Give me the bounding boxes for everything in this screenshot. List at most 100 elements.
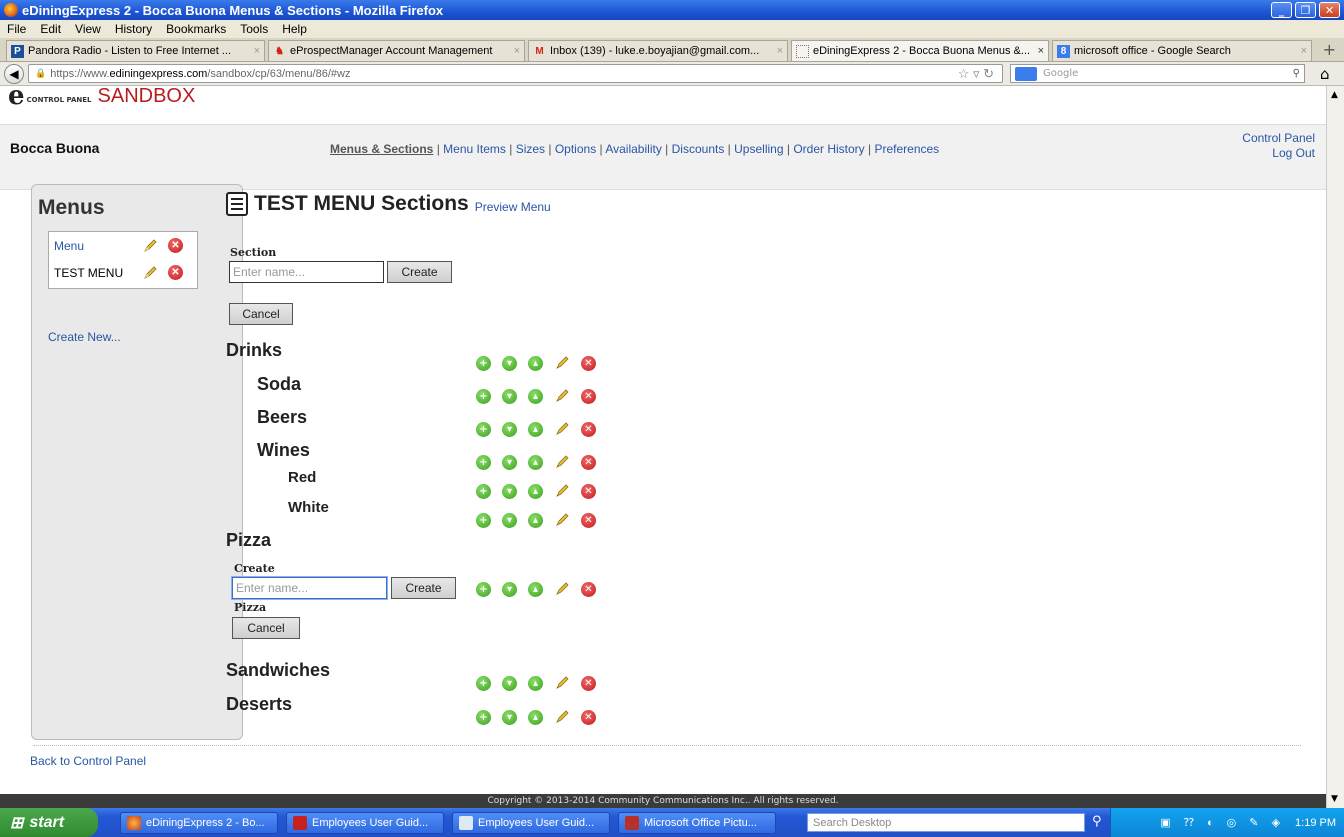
tab-pandora[interactable]: P Pandora Radio - Listen to Free Interne… [6, 40, 265, 61]
move-up-icon[interactable]: ▴ [528, 675, 543, 691]
edit-pencil-icon[interactable] [554, 709, 570, 725]
add-icon[interactable]: + [476, 483, 491, 499]
vertical-scrollbar[interactable]: ▲ ▼ [1326, 86, 1344, 808]
close-tab-icon[interactable]: × [1297, 45, 1307, 57]
taskbar-button-word[interactable]: Employees User Guid... [452, 812, 610, 834]
delete-icon[interactable]: ✕ [581, 709, 596, 725]
taskbar-button-pdf[interactable]: Employees User Guid... [286, 812, 444, 834]
move-down-icon[interactable]: ▾ [502, 388, 517, 404]
move-down-icon[interactable]: ▾ [502, 355, 517, 371]
delete-icon[interactable]: ✕ [581, 483, 596, 499]
url-bar[interactable]: 🔒 https://www. ediningexpress.com/sandbox… [28, 64, 1003, 83]
close-button[interactable]: ✕ [1319, 2, 1340, 18]
search-box[interactable]: Google ⚲ [1010, 64, 1305, 83]
back-button[interactable]: ◀ [4, 63, 24, 84]
nav-menus-sections[interactable]: Menus & Sections [330, 142, 433, 156]
add-icon[interactable]: + [476, 388, 491, 404]
section-name-input[interactable]: Enter name... [229, 261, 384, 283]
menu-name-link[interactable]: Menu [54, 239, 142, 253]
edit-pencil-icon[interactable] [554, 355, 570, 371]
move-up-icon[interactable]: ▴ [528, 421, 543, 437]
menu-edit[interactable]: Edit [33, 22, 68, 36]
create-new-menu-link[interactable]: Create New... [48, 330, 121, 344]
add-icon[interactable]: + [476, 512, 491, 528]
minimize-button[interactable]: _ [1271, 2, 1292, 18]
delete-icon[interactable]: ✕ [581, 454, 596, 470]
edit-pencil-icon[interactable] [554, 454, 570, 470]
menu-help[interactable]: Help [275, 22, 314, 36]
edit-pencil-icon[interactable] [142, 265, 158, 281]
move-down-icon[interactable]: ▾ [502, 675, 517, 691]
move-up-icon[interactable]: ▴ [528, 454, 543, 470]
edit-pencil-icon[interactable] [554, 581, 570, 597]
control-panel-link[interactable]: Control Panel [1242, 131, 1315, 146]
move-up-icon[interactable]: ▴ [528, 388, 543, 404]
home-icon[interactable]: ⌂ [1320, 65, 1330, 83]
menu-file[interactable]: File [0, 22, 33, 36]
move-down-icon[interactable]: ▾ [502, 709, 517, 725]
edit-pencil-icon[interactable] [554, 483, 570, 499]
move-down-icon[interactable]: ▾ [502, 454, 517, 470]
maximize-button[interactable]: ❐ [1295, 2, 1316, 18]
add-icon[interactable]: + [476, 454, 491, 470]
nav-upselling[interactable]: Upselling [734, 142, 783, 156]
scroll-up-icon[interactable]: ▲ [1331, 90, 1338, 100]
add-icon[interactable]: + [476, 355, 491, 371]
edit-pencil-icon[interactable] [142, 238, 158, 254]
edit-pencil-icon[interactable] [554, 675, 570, 691]
add-icon[interactable]: + [476, 421, 491, 437]
move-down-icon[interactable]: ▾ [502, 421, 517, 437]
create-subsection-button[interactable]: Create [391, 577, 456, 599]
menu-bookmarks[interactable]: Bookmarks [159, 22, 233, 36]
nav-sizes[interactable]: Sizes [516, 142, 545, 156]
tab-google[interactable]: 8 microsoft office - Google Search × [1052, 40, 1312, 61]
delete-icon[interactable]: ✕ [581, 581, 596, 597]
tray-icons[interactable]: ▣ ⁇ ◐ ◎ ✎ ◈ [1160, 816, 1285, 829]
add-icon[interactable]: + [476, 675, 491, 691]
menu-history[interactable]: History [108, 22, 159, 36]
close-tab-icon[interactable]: × [773, 45, 783, 57]
move-up-icon[interactable]: ▴ [528, 483, 543, 499]
move-up-icon[interactable]: ▴ [528, 512, 543, 528]
taskbar-button-picture-manager[interactable]: Microsoft Office Pictu... [618, 812, 776, 834]
nav-availability[interactable]: Availability [605, 142, 661, 156]
delete-icon[interactable]: ✕ [168, 265, 183, 280]
tab-eprospect[interactable]: ♞ eProspectManager Account Management × [268, 40, 525, 61]
delete-icon[interactable]: ✕ [581, 421, 596, 437]
nav-order-history[interactable]: Order History [793, 142, 864, 156]
delete-icon[interactable]: ✕ [581, 512, 596, 528]
taskbar-button-firefox[interactable]: eDiningExpress 2 - Bo... [120, 812, 278, 834]
close-tab-icon[interactable]: × [1034, 45, 1044, 57]
bookmark-star-icon[interactable]: ☆ ▿ ↻ [958, 66, 994, 82]
menu-view[interactable]: View [68, 22, 108, 36]
scroll-down-icon[interactable]: ▼ [1331, 794, 1338, 804]
search-icon[interactable]: ⚲ [1092, 814, 1102, 829]
close-tab-icon[interactable]: × [250, 45, 260, 57]
search-icon[interactable]: ⚲ [1293, 68, 1300, 79]
move-up-icon[interactable]: ▴ [528, 355, 543, 371]
nav-preferences[interactable]: Preferences [874, 142, 939, 156]
add-icon[interactable]: + [476, 709, 491, 725]
start-button[interactable]: ⊞ start [0, 808, 98, 837]
desktop-search-input[interactable]: Search Desktop [807, 813, 1085, 832]
new-tab-button[interactable]: + [1323, 40, 1336, 59]
edit-pencil-icon[interactable] [554, 512, 570, 528]
create-section-button[interactable]: Create [387, 261, 452, 283]
move-down-icon[interactable]: ▾ [502, 512, 517, 528]
tab-gmail[interactable]: M Inbox (139) - luke.e.boyajian@gmail.co… [528, 40, 788, 61]
back-to-control-panel-link[interactable]: Back to Control Panel [30, 754, 146, 768]
edit-pencil-icon[interactable] [554, 421, 570, 437]
nav-options[interactable]: Options [555, 142, 596, 156]
delete-icon[interactable]: ✕ [168, 238, 183, 253]
move-down-icon[interactable]: ▾ [502, 581, 517, 597]
delete-icon[interactable]: ✕ [581, 388, 596, 404]
tab-ediningexpress[interactable]: eDiningExpress 2 - Bocca Buona Menus &..… [791, 40, 1049, 61]
move-down-icon[interactable]: ▾ [502, 483, 517, 499]
move-up-icon[interactable]: ▴ [528, 581, 543, 597]
close-tab-icon[interactable]: × [510, 45, 520, 57]
add-icon[interactable]: + [476, 581, 491, 597]
cancel-button[interactable]: Cancel [229, 303, 293, 325]
preview-menu-link[interactable]: Preview Menu [475, 200, 551, 214]
nav-discounts[interactable]: Discounts [672, 142, 725, 156]
move-up-icon[interactable]: ▴ [528, 709, 543, 725]
